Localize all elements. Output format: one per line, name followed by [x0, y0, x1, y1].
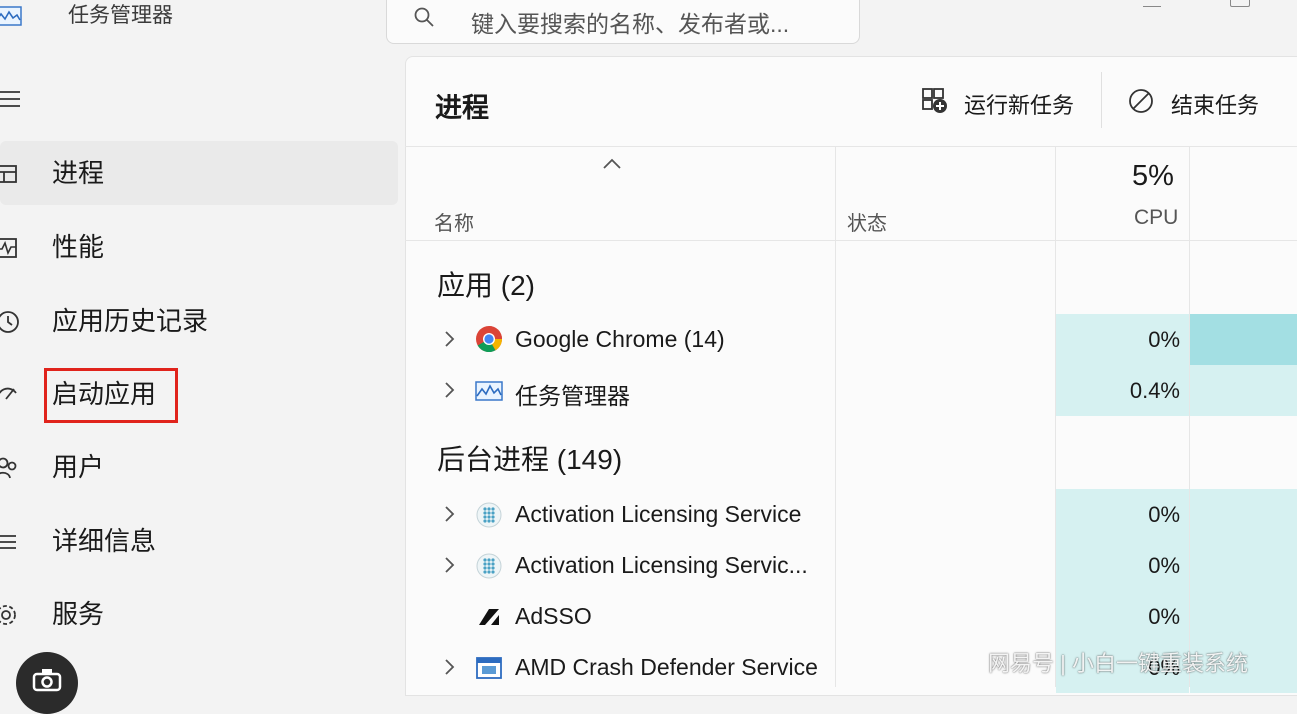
column-header-status[interactable]: 状态	[847, 207, 887, 236]
header-divider	[405, 146, 1297, 147]
sidebar-item-label: 进程	[52, 158, 105, 188]
maximize-button[interactable]	[1230, 0, 1250, 7]
expand-chevron-icon[interactable]	[442, 381, 456, 399]
sidebar-item-label: 性能	[52, 232, 105, 262]
task-manager-icon	[475, 381, 503, 401]
startup-gauge-icon	[0, 387, 17, 400]
process-cpu: 0%	[1148, 604, 1180, 629]
header-bottom-divider	[405, 240, 1297, 241]
expand-chevron-icon[interactable]	[442, 505, 456, 523]
watermark-text: 网易号 | 小白一键重装系统	[988, 651, 1248, 676]
process-cpu: 0%	[1148, 502, 1180, 527]
sidebar-item-label: 服务	[52, 599, 105, 629]
process-name[interactable]: AMD Crash Defender Service	[515, 654, 818, 681]
end-task-label: 结束任务	[1171, 93, 1260, 118]
window-service-icon	[476, 657, 502, 679]
minimize-button[interactable]	[1143, 0, 1161, 7]
process-name[interactable]: 任务管理器	[515, 377, 630, 411]
sidebar-item-processes[interactable]: 进程	[0, 141, 398, 205]
sidebar-item-details[interactable]: 详细信息	[0, 509, 398, 573]
users-icon	[0, 457, 17, 479]
process-name[interactable]: AdSSO	[515, 603, 592, 630]
column-divider	[835, 147, 836, 687]
end-task-icon	[1129, 89, 1153, 113]
sidebar-item-label: 应用历史记录	[52, 306, 209, 336]
next-column-cell-heat	[1190, 365, 1297, 416]
app-title: 任务管理器	[68, 4, 173, 27]
history-clock-icon	[0, 311, 19, 333]
sidebar-item-performance[interactable]: 性能	[0, 215, 398, 279]
sidebar-item-label: 用户	[52, 452, 105, 482]
search-input[interactable]: 键入要搜索的名称、发布者或...	[471, 5, 789, 39]
service-dots-icon	[476, 502, 502, 528]
process-cpu: 0%	[1148, 327, 1180, 352]
next-column-cell-heat	[1190, 591, 1297, 642]
column-header-cpu[interactable]: CPU	[1134, 206, 1178, 230]
run-new-task-label: 运行新任务	[964, 93, 1075, 118]
performance-chart-icon	[0, 238, 17, 258]
chrome-icon	[476, 326, 503, 353]
search-icon	[414, 7, 434, 27]
next-column-cell-heat	[1190, 314, 1297, 365]
group-header-apps: 应用 (2)	[437, 270, 536, 301]
column-header-name[interactable]: 名称	[434, 207, 474, 236]
page-title: 进程	[435, 93, 489, 123]
next-column-cell-heat	[1190, 540, 1297, 591]
next-column-cell-heat	[1190, 489, 1297, 540]
expand-chevron-icon[interactable]	[442, 658, 456, 676]
sidebar-item-app-history[interactable]: 应用历史记录	[0, 289, 398, 353]
process-name[interactable]: Activation Licensing Servic...	[515, 552, 808, 579]
services-gear-icon	[0, 605, 16, 625]
search-box[interactable]: 键入要搜索的名称、发布者或...	[386, 0, 860, 44]
adsso-logo-icon	[479, 609, 499, 625]
process-name[interactable]: Google Chrome (14)	[515, 326, 725, 353]
task-manager-app-icon	[0, 6, 22, 26]
sort-ascending-icon[interactable]	[602, 158, 622, 170]
cpu-total-percent[interactable]: 5%	[1132, 160, 1174, 193]
camera-button[interactable]	[16, 652, 78, 714]
process-grid-icon	[0, 165, 17, 183]
process-name[interactable]: Activation Licensing Service	[515, 501, 801, 528]
highlight-annotation-box	[44, 368, 178, 423]
hamburger-menu-icon[interactable]	[0, 88, 22, 110]
end-task-button[interactable]: 结束任务	[1127, 84, 1277, 118]
sidebar-item-services[interactable]: 服务	[0, 582, 398, 646]
sidebar-item-label: 详细信息	[52, 526, 157, 556]
expand-chevron-icon[interactable]	[442, 330, 456, 348]
run-new-task-icon	[922, 88, 947, 113]
run-new-task-button[interactable]: 运行新任务	[920, 84, 1090, 118]
expand-chevron-icon[interactable]	[442, 556, 456, 574]
toolbar-divider	[1101, 72, 1102, 128]
camera-icon	[32, 669, 62, 692]
details-list-icon	[0, 535, 16, 549]
process-cpu: 0.4%	[1129, 378, 1180, 403]
service-dots-icon	[476, 553, 502, 579]
process-cpu: 0%	[1148, 553, 1180, 578]
sidebar-item-users[interactable]: 用户	[0, 435, 398, 499]
group-header-background: 后台进程 (149)	[437, 444, 623, 475]
